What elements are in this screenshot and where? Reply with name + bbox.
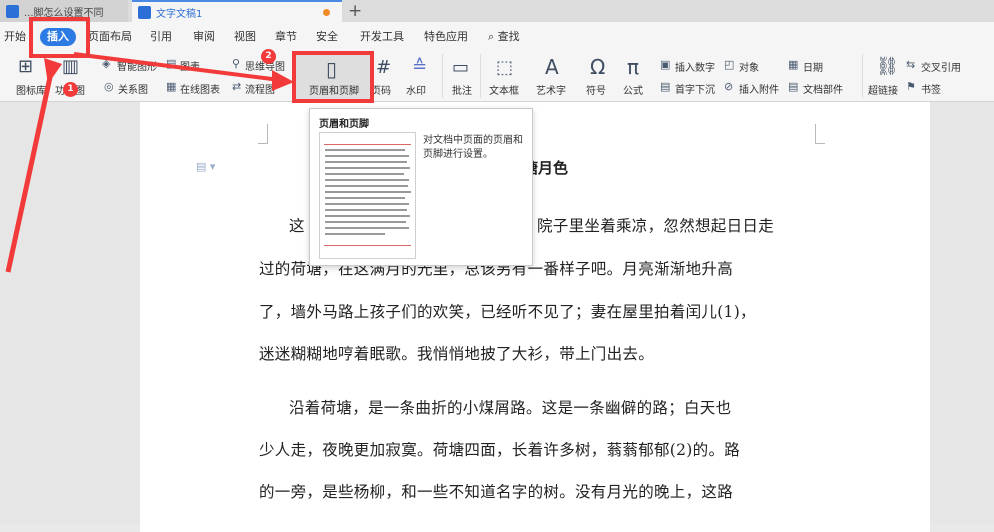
arrow-to-header-footer — [73, 52, 281, 82]
arrowhead-icon — [272, 70, 294, 91]
step-badge-2: 2 — [261, 49, 276, 64]
annotation-arrows — [5, 52, 294, 273]
arrow-to-insert — [5, 67, 55, 273]
step-badge-1: 1 — [63, 82, 78, 97]
arrowhead-icon — [44, 58, 62, 84]
